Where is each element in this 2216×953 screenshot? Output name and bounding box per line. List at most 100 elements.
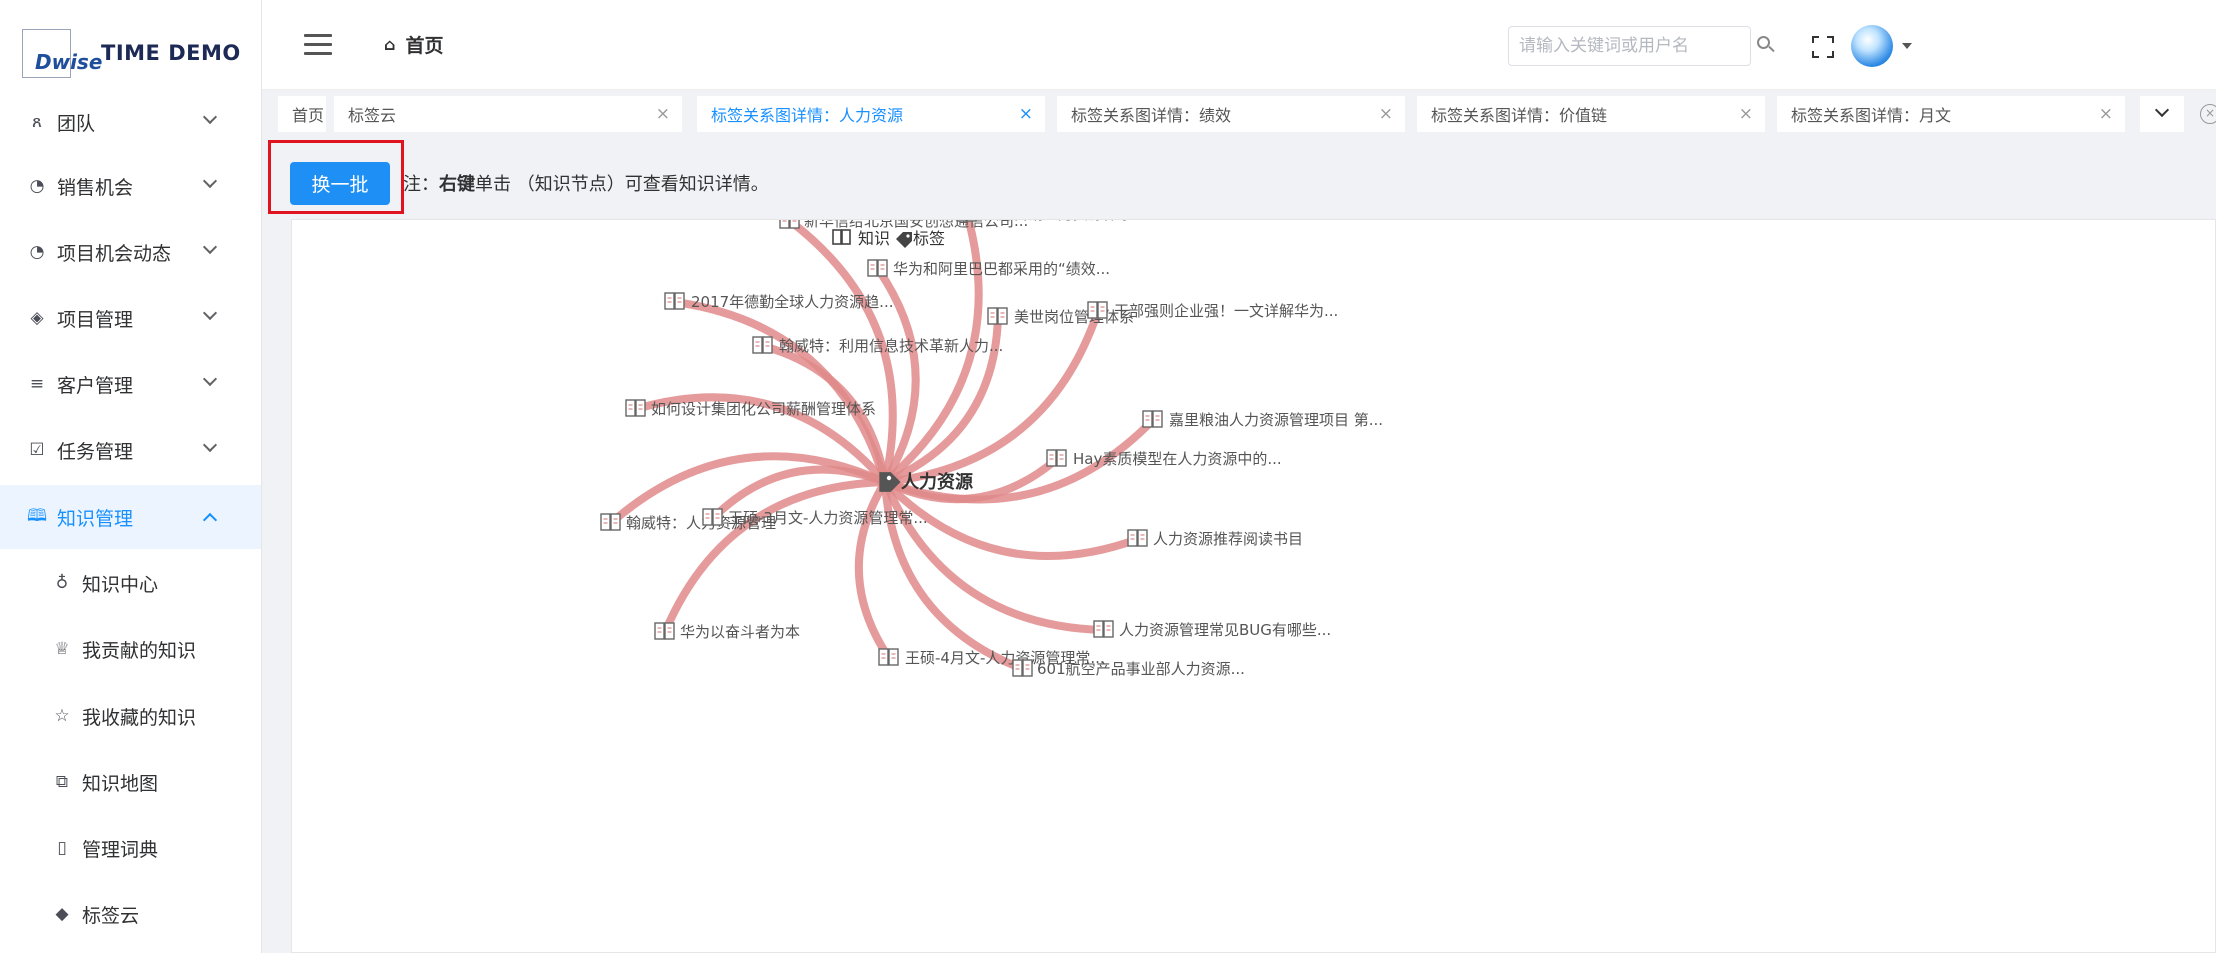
chevron-down-icon [202,305,218,321]
tab[interactable]: 标签关系图详情：月文 × [1777,96,2125,132]
graph-legend: 知识 标签 [832,229,945,248]
book-icon[interactable] [1127,529,1148,547]
sitemap-icon: ⧉ [55,772,69,792]
knowledge-node-label[interactable]: 人力资源管理常见BUG有哪些... [1119,621,1331,639]
book-icon[interactable] [1142,410,1163,428]
tag-relation-graph[interactable]: 新华信给北京国安创想通信公司...华为营销人力资源体系华为和阿里巴巴都采用的“绩… [292,220,2216,953]
knowledge-node-label[interactable]: 王硕-3月文-人力资源管理常... [728,509,928,527]
book-icon[interactable] [867,259,888,277]
book-icon[interactable] [779,220,800,229]
book-icon[interactable] [1093,620,1114,638]
hint-bold: 右键 [439,174,475,195]
book-icon[interactable] [752,336,773,354]
book-icon[interactable] [1046,449,1067,467]
sidebar-item[interactable]: 🕮 知识管理 [0,485,261,549]
center-tag-label: 人力资源 [901,471,973,493]
chevron-down-icon [202,437,218,453]
search-input[interactable] [1508,26,1751,66]
caret-down-icon[interactable] [1902,43,1912,49]
knowledge-node-label[interactable]: 嘉里粮油人力资源管理项目 第... [1169,411,1383,429]
book-icon: 🕮 [27,505,48,526]
sidebar-item-label: 客户管理 [57,374,134,397]
close-all-tabs-icon[interactable]: × [2200,104,2216,124]
sidebar-item[interactable]: ጸ 团队 [0,90,261,154]
close-icon[interactable]: × [1739,104,1753,124]
sidebar-item[interactable]: ♁ 知识中心 [0,551,261,615]
knowledge-node-label[interactable]: 翰威特：利用信息技术革新人力... [779,337,1003,355]
tab-label: 标签关系图详情：绩效 [1071,106,1232,125]
sidebar-item[interactable]: ◆ 标签云 [0,882,261,946]
knowledge-node-label[interactable]: 华为营销人力资源体系 [983,220,1133,223]
hint-note: 注：右键单击 （知识节点）可查看知识详情。 [403,170,769,196]
sidebar-item[interactable]: ◔ 项目机会动态 [0,220,261,284]
sidebar-item-label: 任务管理 [57,440,134,463]
chevron-down-icon [202,173,218,189]
book-icon[interactable] [654,622,675,640]
menu-toggle-icon[interactable] [304,34,332,56]
sidebar-item-label: 标签云 [82,904,140,927]
knowledge-node-label[interactable]: Hay素质模型在人力资源中的... [1073,450,1282,468]
sidebar-item-label: 项目机会动态 [57,242,172,265]
knowledge-node-label[interactable]: 干部强则企业强！一文详解华为... [1114,302,1338,320]
home-icon: ⌂ [384,35,396,54]
book-icon[interactable] [878,648,899,666]
book-icon[interactable] [702,508,723,526]
sidebar-item[interactable]: ≡ 客户管理 [0,352,261,416]
tab-label: 首页 [292,106,325,125]
tab-label: 标签关系图详情：月文 [1791,106,1952,125]
sidebar-item[interactable]: ☑ 任务管理 [0,418,261,482]
sidebar-item[interactable]: ⧉ 知识地图 [0,750,261,814]
sidebar-item[interactable]: ♕ 我贡献的知识 [0,617,261,681]
book-icon[interactable] [987,307,1008,325]
tab[interactable]: 标签关系图详情：人力资源 × [697,96,1045,132]
refresh-batch-button[interactable]: 换一批 [290,162,390,205]
breadcrumb-home: 首页 [405,35,444,57]
knowledge-node-label[interactable]: 人力资源推荐阅读书目 [1153,530,1303,548]
close-icon[interactable]: × [1379,104,1393,124]
sidebar-item[interactable]: ◔ 销售机会 [0,154,261,218]
tab[interactable]: 首页 [278,96,326,132]
tag-icon: ◆ [55,904,69,924]
graph-edges [607,220,1157,673]
breadcrumb[interactable]: ⌂ 首页 [384,31,443,58]
hint-text: 单击 （知识节点）可查看知识详情。 [475,174,769,195]
knowledge-node-label[interactable]: 华为和阿里巴巴都采用的“绩效... [893,260,1110,278]
knowledge-node-label[interactable]: 华为以奋斗者为本 [680,623,800,641]
tab-label: 标签关系图详情：人力资源 [711,106,904,125]
book-icon[interactable] [625,399,646,417]
book-icon [832,229,851,245]
legend-tag-label: 标签 [913,229,945,248]
tab-label: 标签关系图详情：价值链 [1431,106,1608,125]
tabs-bar: 首页 标签云 × 标签关系图详情：人力资源 × 标签关系图详情：绩效 × 标签关系图详情：价值… [262,90,2216,138]
book-icon[interactable] [664,292,685,310]
close-icon[interactable]: × [1019,104,1033,124]
fullscreen-icon[interactable] [1812,36,1834,58]
knowledge-node-label[interactable]: 601航空产品事业部人力资源... [1037,660,1245,678]
hint-prefix: 注： [403,174,439,195]
legend-knowledge-label: 知识 [858,229,890,248]
trophy-icon: ♕ [54,639,70,659]
tab[interactable]: 标签关系图详情：绩效 × [1057,96,1405,132]
tab[interactable]: 标签云 × [334,96,682,132]
close-icon[interactable]: × [656,104,670,124]
sidebar-item-label: 知识地图 [82,772,159,795]
book-icon[interactable] [600,513,621,531]
tab-label: 标签云 [348,106,397,125]
book-icon[interactable] [1087,301,1108,319]
close-icon[interactable]: × [2099,104,2113,124]
graph-edge [661,478,889,636]
chevron-up-icon [202,512,218,528]
knowledge-node-label[interactable]: 如何设计集团化公司薪酬管理体系 [651,400,876,418]
sidebar-item[interactable]: ▯ 管理词典 [0,816,261,880]
book-icon[interactable] [1012,659,1033,677]
sidebar-item[interactable]: ◈ 项目管理 [0,286,261,350]
sidebar-item-label: 项目管理 [57,308,134,331]
avatar[interactable] [1851,25,1893,67]
tag-icon [896,232,912,248]
sidebar-item[interactable]: ☆ 我收藏的知识 [0,684,261,748]
book-icon[interactable] [956,220,977,222]
tab[interactable]: 标签关系图详情：价值链 × [1417,96,1765,132]
knowledge-node-label[interactable]: 2017年德勤全球人力资源趋... [691,293,893,311]
tabs-more-chevron-icon[interactable] [2140,96,2184,132]
search-icon[interactable] [1757,36,1775,53]
